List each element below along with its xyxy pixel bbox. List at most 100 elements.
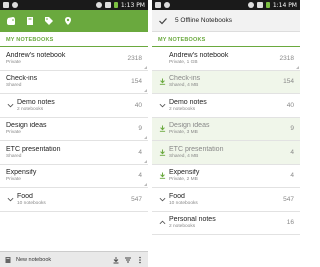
- notebook-subtitle: Shared: [6, 153, 22, 159]
- offline-download-icon[interactable]: [158, 78, 166, 86]
- notebook-stack-row[interactable]: Demo notes 2 notebooks 40: [0, 94, 148, 118]
- corner-marker-icon: [144, 183, 147, 186]
- notebook-row[interactable]: Expensify Private 4: [0, 165, 148, 188]
- notebook-subtitle: 10 notebooks: [169, 200, 198, 206]
- notebook-row[interactable]: Design ideas Private, 3 MB 9: [152, 117, 300, 141]
- status-bar: 1:14 PM: [152, 0, 300, 10]
- notification-icon: [155, 2, 161, 8]
- offline-download-icon[interactable]: [158, 125, 166, 133]
- notebook-subtitle: 10 notebooks: [17, 200, 46, 206]
- new-notebook-icon[interactable]: [4, 251, 12, 267]
- notebook-subtitle: Private, 1 GB: [169, 59, 198, 65]
- corner-marker-icon: [144, 159, 147, 163]
- note-count: 154: [131, 78, 142, 86]
- download-icon[interactable]: [112, 251, 120, 267]
- signal-icon: [104, 2, 111, 8]
- sort-icon[interactable]: [124, 251, 132, 267]
- notebooks-tab-icon[interactable]: [23, 14, 37, 28]
- notebook-stack-row[interactable]: Food 10 notebooks 547: [152, 188, 300, 212]
- notebook-name: Demo notes: [17, 98, 55, 106]
- chevron-up-icon[interactable]: [158, 219, 166, 226]
- notebook-list: Andrew's notebook Private 2318 Check-ins S…: [0, 47, 148, 212]
- new-notebook-button[interactable]: New notebook: [16, 257, 108, 263]
- note-count: 2318: [127, 54, 142, 62]
- notebook-name: Personal notes: [169, 216, 216, 224]
- notebook-row[interactable]: Andrew's notebook Private, 1 GB 2318: [152, 47, 300, 71]
- offline-notebooks-screen: 1:14 PM 5 Offline Notebooks MY NOTEBOOKS…: [152, 0, 300, 267]
- corner-marker-icon: [144, 65, 147, 69]
- status-bar: 1:13 PM: [0, 0, 148, 10]
- note-count: 9: [290, 125, 294, 133]
- notebooks-screen: 1:13 PM MY NOTEBOOKS Andrew's notebook Pr…: [0, 0, 148, 267]
- chevron-down-icon[interactable]: [158, 102, 166, 109]
- notebook-name: Expensify: [6, 169, 37, 177]
- notebook-row[interactable]: Expensify Private, 2 MB 4: [152, 165, 300, 188]
- note-count: 16: [286, 219, 294, 227]
- notebook-row[interactable]: ETC presentation Shared 4: [0, 141, 148, 165]
- bottom-toolbar: New notebook: [0, 251, 148, 267]
- notebook-subtitle: Shared, 4 MB: [169, 153, 199, 159]
- checkmark-icon[interactable]: [156, 14, 170, 28]
- notebook-subtitle: Private: [6, 177, 21, 183]
- notebook-name: ETC presentation: [169, 145, 224, 153]
- notebook-subtitle: 2 notebooks: [169, 224, 196, 230]
- notebook-row[interactable]: ETC presentation Shared, 4 MB 4: [152, 141, 300, 165]
- section-title: MY NOTEBOOKS: [152, 32, 300, 47]
- notebook-stack-row[interactable]: Personal notes 2 notebooks 16: [152, 212, 300, 235]
- location-pin-icon[interactable]: [61, 14, 75, 28]
- notebook-subtitle: Private, 3 MB: [169, 130, 198, 136]
- notebook-row[interactable]: Design ideas Private 9: [0, 118, 148, 141]
- notebook-name: Design ideas: [169, 122, 210, 130]
- note-count: 4: [290, 148, 294, 156]
- notebook-subtitle: Private: [6, 59, 21, 65]
- notebook-subtitle: Private, 2 MB: [169, 177, 198, 183]
- battery-icon: [113, 2, 118, 8]
- overflow-menu-icon[interactable]: [136, 251, 144, 267]
- notebook-name: Check-ins: [169, 75, 201, 83]
- status-time: 1:13 PM: [120, 1, 145, 9]
- chevron-down-icon[interactable]: [6, 102, 14, 109]
- notebook-name: Andrew's notebook: [6, 51, 66, 59]
- notebook-stack-row[interactable]: Demo notes 2 notebooks 40: [152, 94, 300, 118]
- battery-icon: [265, 2, 270, 8]
- section-title: MY NOTEBOOKS: [0, 32, 148, 47]
- offline-notebooks-title: 5 Offline Notebooks: [175, 17, 232, 24]
- notebook-stack-row[interactable]: Food 10 notebooks 547: [0, 188, 148, 212]
- note-count: 2318: [279, 54, 294, 62]
- corner-marker-icon: [144, 136, 147, 139]
- note-count: 4: [138, 148, 142, 156]
- corner-marker-icon: [144, 89, 147, 92]
- notebook-subtitle: Shared: [6, 83, 22, 89]
- notebook-name: Design ideas: [6, 122, 47, 130]
- evernote-logo-icon[interactable]: [4, 14, 18, 28]
- notebook-subtitle: Shared, 4 MB: [169, 83, 199, 89]
- note-count: 40: [286, 101, 294, 109]
- tag-icon[interactable]: [42, 14, 56, 28]
- notebook-subtitle: Private: [6, 130, 21, 136]
- note-count: 547: [131, 195, 142, 203]
- chevron-down-icon[interactable]: [158, 196, 166, 203]
- chevron-down-icon[interactable]: [6, 196, 14, 203]
- notebook-name: Food: [17, 192, 33, 200]
- app-bar: [0, 10, 148, 32]
- notebook-name: Food: [169, 192, 185, 200]
- notebook-name: Andrew's notebook: [169, 51, 229, 59]
- note-count: 547: [283, 195, 294, 203]
- sync-icon: [12, 2, 18, 8]
- offline-download-icon[interactable]: [158, 172, 166, 180]
- notebook-subtitle: 2 notebooks: [169, 106, 196, 112]
- note-count: 154: [283, 78, 294, 86]
- status-time: 1:14 PM: [272, 1, 297, 9]
- notebook-row[interactable]: Check-ins Shared 154: [0, 71, 148, 94]
- notebook-name: Demo notes: [169, 98, 207, 106]
- notebook-row[interactable]: Andrew's notebook Private 2318: [0, 47, 148, 71]
- notebook-row[interactable]: Check-ins Shared, 4 MB 154: [152, 70, 300, 94]
- wifi-icon: [95, 2, 102, 8]
- notebook-list: Andrew's notebook Private, 1 GB 2318 Chec…: [152, 47, 300, 235]
- note-count: 4: [138, 172, 142, 180]
- selection-bar: 5 Offline Notebooks: [152, 10, 300, 32]
- offline-download-icon[interactable]: [158, 149, 166, 156]
- notebook-name: Expensify: [169, 169, 200, 177]
- notebook-subtitle: 2 notebooks: [17, 106, 44, 112]
- signal-icon: [256, 2, 263, 8]
